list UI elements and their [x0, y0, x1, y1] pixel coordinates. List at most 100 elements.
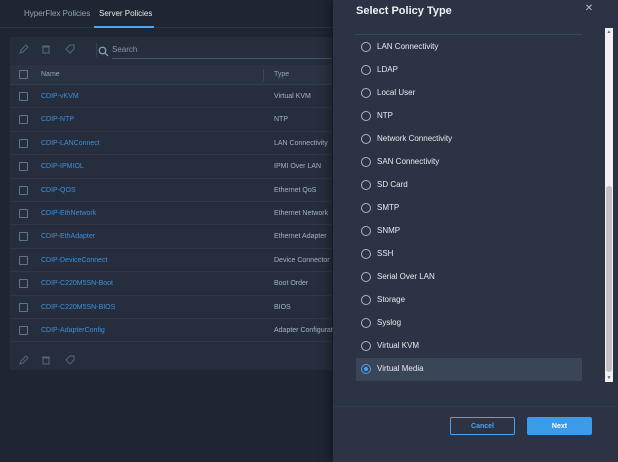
policy-option[interactable]: Syslog — [356, 312, 582, 335]
radio-button[interactable] — [361, 111, 371, 121]
radio-button[interactable] — [361, 341, 371, 351]
radio-button[interactable] — [361, 65, 371, 75]
row-checkbox[interactable] — [19, 325, 28, 335]
search-icon — [98, 44, 110, 57]
radio-button[interactable] — [361, 272, 371, 282]
policy-list-scrollbar[interactable]: ▲ ▼ — [605, 28, 613, 382]
policy-option[interactable]: LAN Connectivity — [356, 36, 582, 59]
table-row[interactable]: CDIP-NTP NTP — [10, 108, 332, 132]
policy-name-link[interactable]: CDIP-IPMIOL — [41, 163, 84, 170]
policy-name-link[interactable]: CDIP-vKVM — [41, 93, 79, 100]
column-header-type[interactable]: Type — [274, 71, 289, 78]
policy-tabs: HyperFlex Policies Server Policies — [0, 0, 340, 28]
policy-option-label: Virtual Media — [377, 364, 424, 373]
policy-name-link[interactable]: CDIP-C220M5SN-BIOS — [41, 304, 115, 311]
policy-option[interactable]: NTP — [356, 105, 582, 128]
tag-icon[interactable] — [64, 355, 76, 367]
toolbar-divider — [96, 43, 97, 57]
policy-type-text: Ethernet Network — [274, 209, 329, 217]
policy-option[interactable]: Virtual Media — [356, 358, 582, 381]
policy-option-label: NTP — [377, 111, 393, 120]
table-row[interactable]: CDIP-AdapterConfig Adapter Configurat — [10, 319, 333, 343]
row-checkbox[interactable] — [19, 92, 28, 101]
policy-option[interactable]: LDAP — [356, 59, 582, 82]
policy-option[interactable]: SAN Connectivity — [356, 151, 582, 174]
delete-icon[interactable] — [40, 44, 52, 56]
policies-table: Name Type CDIP-vKVM Virtual KVM CDIP-NTP NT… — [10, 65, 333, 343]
search-input[interactable] — [112, 41, 332, 59]
policy-name-link[interactable]: CDIP-DeviceConnect — [41, 257, 108, 264]
tab-server-policies[interactable]: Server Policies — [99, 9, 152, 18]
policy-option-label: Syslog — [377, 318, 402, 327]
radio-button[interactable] — [361, 157, 371, 167]
radio-button[interactable] — [361, 180, 371, 190]
radio-button[interactable] — [361, 42, 371, 52]
policy-name-link[interactable]: CDIP-EthNetwork — [41, 210, 96, 217]
policies-table-panel: Name Type CDIP-vKVM Virtual KVM CDIP-NTP NT… — [10, 37, 333, 370]
radio-button[interactable] — [361, 295, 371, 305]
table-row[interactable]: CDIP-DeviceConnect Device Connector — [10, 249, 332, 273]
table-row[interactable]: CDIP-LANConnect LAN Connectivity — [10, 132, 332, 156]
radio-button[interactable] — [361, 249, 371, 259]
row-checkbox[interactable] — [19, 302, 28, 312]
cancel-button[interactable]: Cancel — [450, 417, 515, 435]
modal-title: Select Policy Type — [356, 5, 452, 17]
policy-option-label: SMTP — [377, 203, 400, 212]
table-row[interactable]: CDIP-IPMIOL IPMI Over LAN — [10, 155, 332, 179]
policy-option-label: Storage — [377, 295, 406, 304]
scroll-down-arrow-icon[interactable]: ▼ — [605, 374, 613, 382]
radio-button[interactable] — [361, 88, 371, 98]
policy-type-text: IPMI Over LAN — [274, 163, 322, 171]
policy-option[interactable]: SMTP — [356, 197, 582, 220]
policy-type-text: Virtual KVM — [274, 93, 311, 100]
policy-option[interactable]: SNMP — [356, 220, 582, 243]
next-button[interactable]: Next — [527, 417, 592, 435]
table-row[interactable]: CDIP-C220M5SN-Boot Boot Order — [10, 272, 332, 296]
radio-button[interactable] — [361, 318, 371, 328]
policy-option[interactable]: SSH — [356, 243, 582, 266]
scrollbar-thumb[interactable] — [606, 186, 612, 372]
column-header-name[interactable]: Name — [41, 71, 60, 78]
row-checkbox[interactable] — [19, 115, 28, 125]
tag-icon[interactable] — [64, 44, 76, 56]
row-checkbox[interactable] — [19, 279, 28, 289]
radio-button[interactable] — [361, 203, 371, 213]
policy-name-link[interactable]: CDIP-C220M5SN-Boot — [41, 280, 113, 287]
policy-option[interactable]: Local User — [356, 82, 582, 105]
radio-button[interactable] — [361, 364, 371, 374]
policy-option[interactable]: Storage — [356, 289, 582, 312]
policy-option[interactable]: Network Connectivity — [356, 128, 582, 151]
active-tab-indicator — [94, 26, 154, 28]
column-divider[interactable] — [263, 69, 264, 81]
table-row[interactable]: CDIP-EthNetwork Ethernet Network — [10, 202, 332, 226]
radio-button[interactable] — [361, 226, 371, 236]
policy-name-link[interactable]: CDIP-AdapterConfig — [41, 327, 105, 334]
policy-name-link[interactable]: CDIP-EthAdapter — [41, 233, 95, 240]
row-checkbox[interactable] — [19, 185, 28, 195]
radio-button[interactable] — [361, 134, 371, 144]
delete-icon[interactable] — [40, 355, 52, 367]
table-row[interactable]: CDIP-EthAdapter Ethernet Adapter — [10, 225, 332, 249]
policy-name-link[interactable]: CDIP-NTP — [41, 116, 74, 123]
table-row[interactable]: CDIP-vKVM Virtual KVM — [10, 85, 332, 109]
policy-name-link[interactable]: CDIP-QOS — [41, 187, 76, 194]
close-icon[interactable]: ✕ — [582, 2, 596, 16]
row-checkbox[interactable] — [19, 255, 28, 265]
edit-icon[interactable] — [18, 355, 30, 367]
edit-icon[interactable] — [18, 44, 30, 56]
tab-hyperflex-policies[interactable]: HyperFlex Policies — [24, 9, 90, 18]
select-all-checkbox[interactable] — [19, 70, 28, 79]
row-checkbox[interactable] — [19, 232, 28, 242]
row-checkbox[interactable] — [19, 162, 28, 172]
scroll-up-arrow-icon[interactable]: ▲ — [605, 28, 613, 36]
row-checkbox[interactable] — [19, 138, 28, 148]
table-row[interactable]: CDIP-QOS Ethernet QoS — [10, 179, 332, 202]
table-row[interactable]: CDIP-C220M5SN-BIOS BIOS — [10, 296, 332, 319]
policy-option[interactable]: SD Card — [356, 174, 582, 197]
table-header: Name Type — [10, 65, 332, 85]
row-checkbox[interactable] — [19, 208, 28, 218]
table-footer-toolbar — [10, 348, 332, 368]
policy-name-link[interactable]: CDIP-LANConnect — [41, 140, 100, 147]
policy-option[interactable]: Serial Over LAN — [356, 266, 582, 289]
policy-option[interactable]: Virtual KVM — [356, 335, 582, 358]
